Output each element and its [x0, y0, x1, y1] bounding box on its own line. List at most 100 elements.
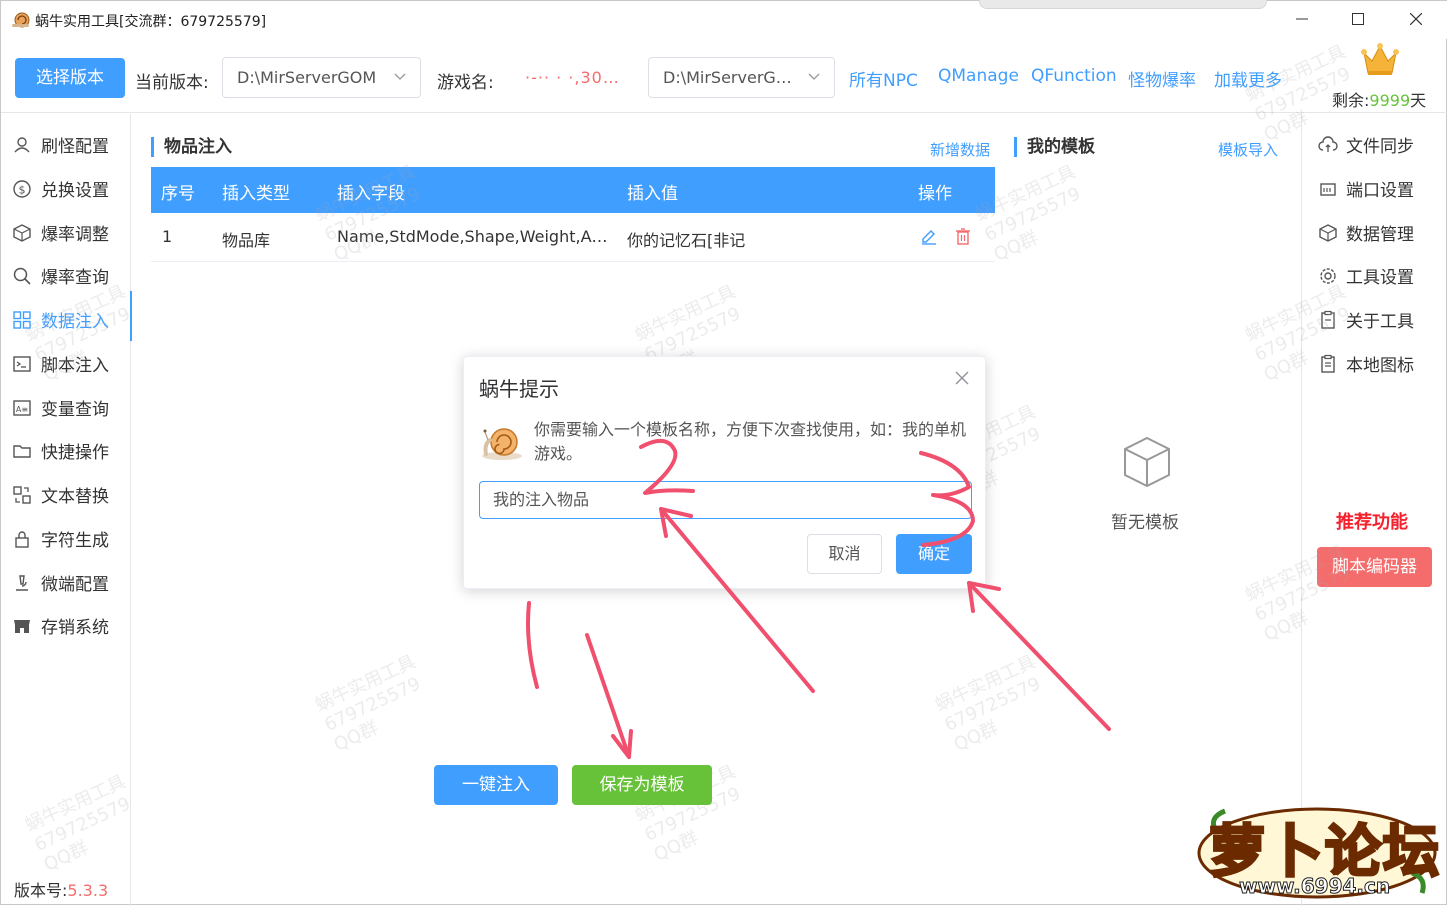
sidebar-item-text-replace[interactable]: 文本替换 [1, 474, 131, 514]
add-data-link[interactable]: 新增数据 [930, 139, 990, 160]
right-item-data-manage[interactable]: 数据管理 [1302, 212, 1447, 252]
sidebar-item-monster-config[interactable]: 刷怪配置 [1, 124, 131, 164]
table-row[interactable]: 1 物品库 Name,StdMode,Shape,Weight,A… 你的记忆石… [151, 213, 995, 262]
link-monster-drop-rate[interactable]: 怪物爆率 [1128, 66, 1196, 91]
port-icon [1320, 183, 1336, 196]
box-icon [13, 224, 31, 242]
sidebar-item-label: 爆率调整 [41, 225, 109, 245]
col-actions: 操作 [918, 184, 952, 204]
my-templates-title: 我的模板 [1014, 137, 1095, 157]
sidebar-item-drop-rate-query[interactable]: 爆率查询 [1, 255, 131, 295]
link-qfunction[interactable]: QFunction [1031, 66, 1117, 86]
cell-index: 1 [162, 227, 173, 246]
cell-fields: Name,StdMode,Shape,Weight,A… [337, 227, 608, 246]
script-encoder-button[interactable]: 脚本编码器 [1317, 547, 1432, 587]
save-as-template-button[interactable]: 保存为模板 [572, 765, 712, 805]
chevron-down-icon [394, 73, 406, 80]
inject-table: 序号 插入类型 插入字段 插入值 操作 1 物品库 Name,StdMode,S… [151, 167, 995, 262]
sidebar-item-label: 文本替换 [41, 487, 109, 507]
close-icon[interactable] [955, 371, 969, 385]
sidebar-item-drop-rate-adjust[interactable]: 爆率调整 [1, 212, 131, 252]
forum-logo-url: www.6994.cn [1238, 874, 1391, 899]
sidebar-item-label: 变量查询 [41, 400, 109, 420]
annotation-arrow-save [585, 633, 631, 759]
col-value: 插入值 [627, 184, 678, 204]
sidebar-item-label: 存销系统 [41, 618, 109, 638]
col-fields: 插入字段 [337, 184, 405, 204]
watermark: 蜗牛实用工具 679725579 QQ群 [932, 651, 1044, 756]
monster-icon [14, 137, 30, 153]
select-version-button[interactable]: 选择版本 [15, 58, 125, 98]
right-item-port-settings[interactable]: 端口设置 [1302, 168, 1447, 208]
table-header: 序号 插入类型 插入字段 插入值 操作 [151, 167, 995, 213]
sidebar-item-micro-client[interactable]: 微端配置 [1, 562, 131, 602]
remaining-days: 剩余:9999天 [1332, 87, 1426, 111]
game-name-label: 游戏名: [437, 73, 494, 93]
confirm-button[interactable]: 确定 [896, 534, 972, 574]
maximize-button[interactable] [1335, 5, 1381, 35]
right-item-local-icons[interactable]: 本地图标 [1302, 343, 1447, 383]
game-path-select[interactable]: D:\MirServerG… [648, 57, 835, 98]
link-load-more[interactable]: 加载更多 [1214, 66, 1282, 91]
template-import-link[interactable]: 模板导入 [1218, 139, 1278, 160]
close-window-button[interactable] [1393, 5, 1439, 35]
cube-icon [1319, 224, 1337, 242]
minimize-button[interactable] [1279, 5, 1325, 35]
prompt-dialog: 蜗牛提示 你需要输入一个模板名称，方便下次查找使用，如：我的单机游戏。 我的注入… [463, 356, 986, 589]
sidebar-item-data-inject[interactable]: 数据注入 [1, 291, 132, 341]
right-item-file-sync[interactable]: 文件同步 [1302, 124, 1447, 164]
store-icon [14, 620, 30, 633]
version-info: 版本号:5.3.3 [14, 877, 108, 901]
replace-icon [13, 486, 31, 504]
sidebar-item-exchange-settings[interactable]: $ 兑换设置 [1, 168, 131, 208]
sidebar-item-quick-actions[interactable]: 快捷操作 [1, 430, 131, 470]
variable-icon: A≡ [13, 400, 31, 416]
dialog-message: 你需要输入一个模板名称，方便下次查找使用，如：我的单机游戏。 [534, 420, 967, 463]
sidebar-item-char-generate[interactable]: 字符生成 [1, 518, 131, 558]
dialog-title: 蜗牛提示 [479, 377, 559, 401]
sidebar-item-label: 微端配置 [41, 575, 109, 595]
clipboard-list-icon [1321, 354, 1335, 373]
recommend-title: 推荐功能 [1336, 512, 1408, 533]
minimize-icon [1296, 18, 1308, 20]
sidebar-item-script-inject[interactable]: 脚本注入 [1, 343, 131, 383]
link-qmanage[interactable]: QManage [938, 66, 1019, 86]
edit-icon[interactable] [920, 227, 938, 245]
terminal-icon [13, 356, 31, 372]
gear-icon [1320, 268, 1336, 284]
chevron-down-icon [808, 73, 820, 80]
remain-value: 9999 [1369, 91, 1411, 110]
cancel-button[interactable]: 取消 [807, 534, 882, 574]
current-version-select[interactable]: D:\MirServerGOM [222, 57, 421, 98]
one-click-inject-button[interactable]: 一键注入 [434, 765, 558, 805]
sidebar-item-variable-query[interactable]: A≡ 变量查询 [1, 387, 131, 427]
delete-icon[interactable] [954, 227, 972, 245]
window-title: 蜗牛实用工具[交流群：679725579] [35, 14, 267, 30]
current-version-value: D:\MirServerGOM [237, 68, 377, 87]
sidebar-item-store-system[interactable]: 存销系统 [1, 605, 131, 645]
current-version-label: 当前版本: [135, 73, 209, 93]
annotation-number-1 [526, 601, 539, 689]
template-name-input[interactable]: 我的注入物品 [479, 481, 972, 519]
right-item-label: 本地图标 [1346, 356, 1414, 376]
remain-label: 剩余: [1332, 91, 1370, 110]
close-icon [1409, 12, 1423, 26]
sidebar-item-label: 刷怪配置 [41, 137, 109, 157]
sidebar-item-label: 爆率查询 [41, 268, 109, 288]
item-inject-title: 物品注入 [151, 137, 232, 157]
watermark: 蜗牛实用工具 679725579 QQ群 [312, 651, 424, 756]
col-type: 插入类型 [222, 184, 290, 204]
right-item-tool-settings[interactable]: 工具设置 [1302, 255, 1447, 295]
left-sidebar: 刷怪配置 $ 兑换设置 爆率调整 爆率查询 数据注入 脚本注入 A≡ 变量查询 … [1, 114, 132, 906]
lock-icon [15, 531, 29, 548]
right-item-label: 关于工具 [1346, 312, 1414, 332]
no-templates-text: 暂无模板 [1111, 513, 1179, 533]
sidebar-item-label: 字符生成 [41, 531, 109, 551]
col-index: 序号 [161, 184, 195, 204]
sidebar-item-label: 数据注入 [41, 312, 109, 332]
link-all-npc[interactable]: 所有NPC [849, 66, 918, 91]
maximize-icon [1352, 13, 1364, 25]
right-item-about[interactable]: 关于工具 [1302, 299, 1447, 339]
svg-text:A≡: A≡ [16, 405, 28, 414]
floating-tab-stub [979, 0, 1267, 9]
